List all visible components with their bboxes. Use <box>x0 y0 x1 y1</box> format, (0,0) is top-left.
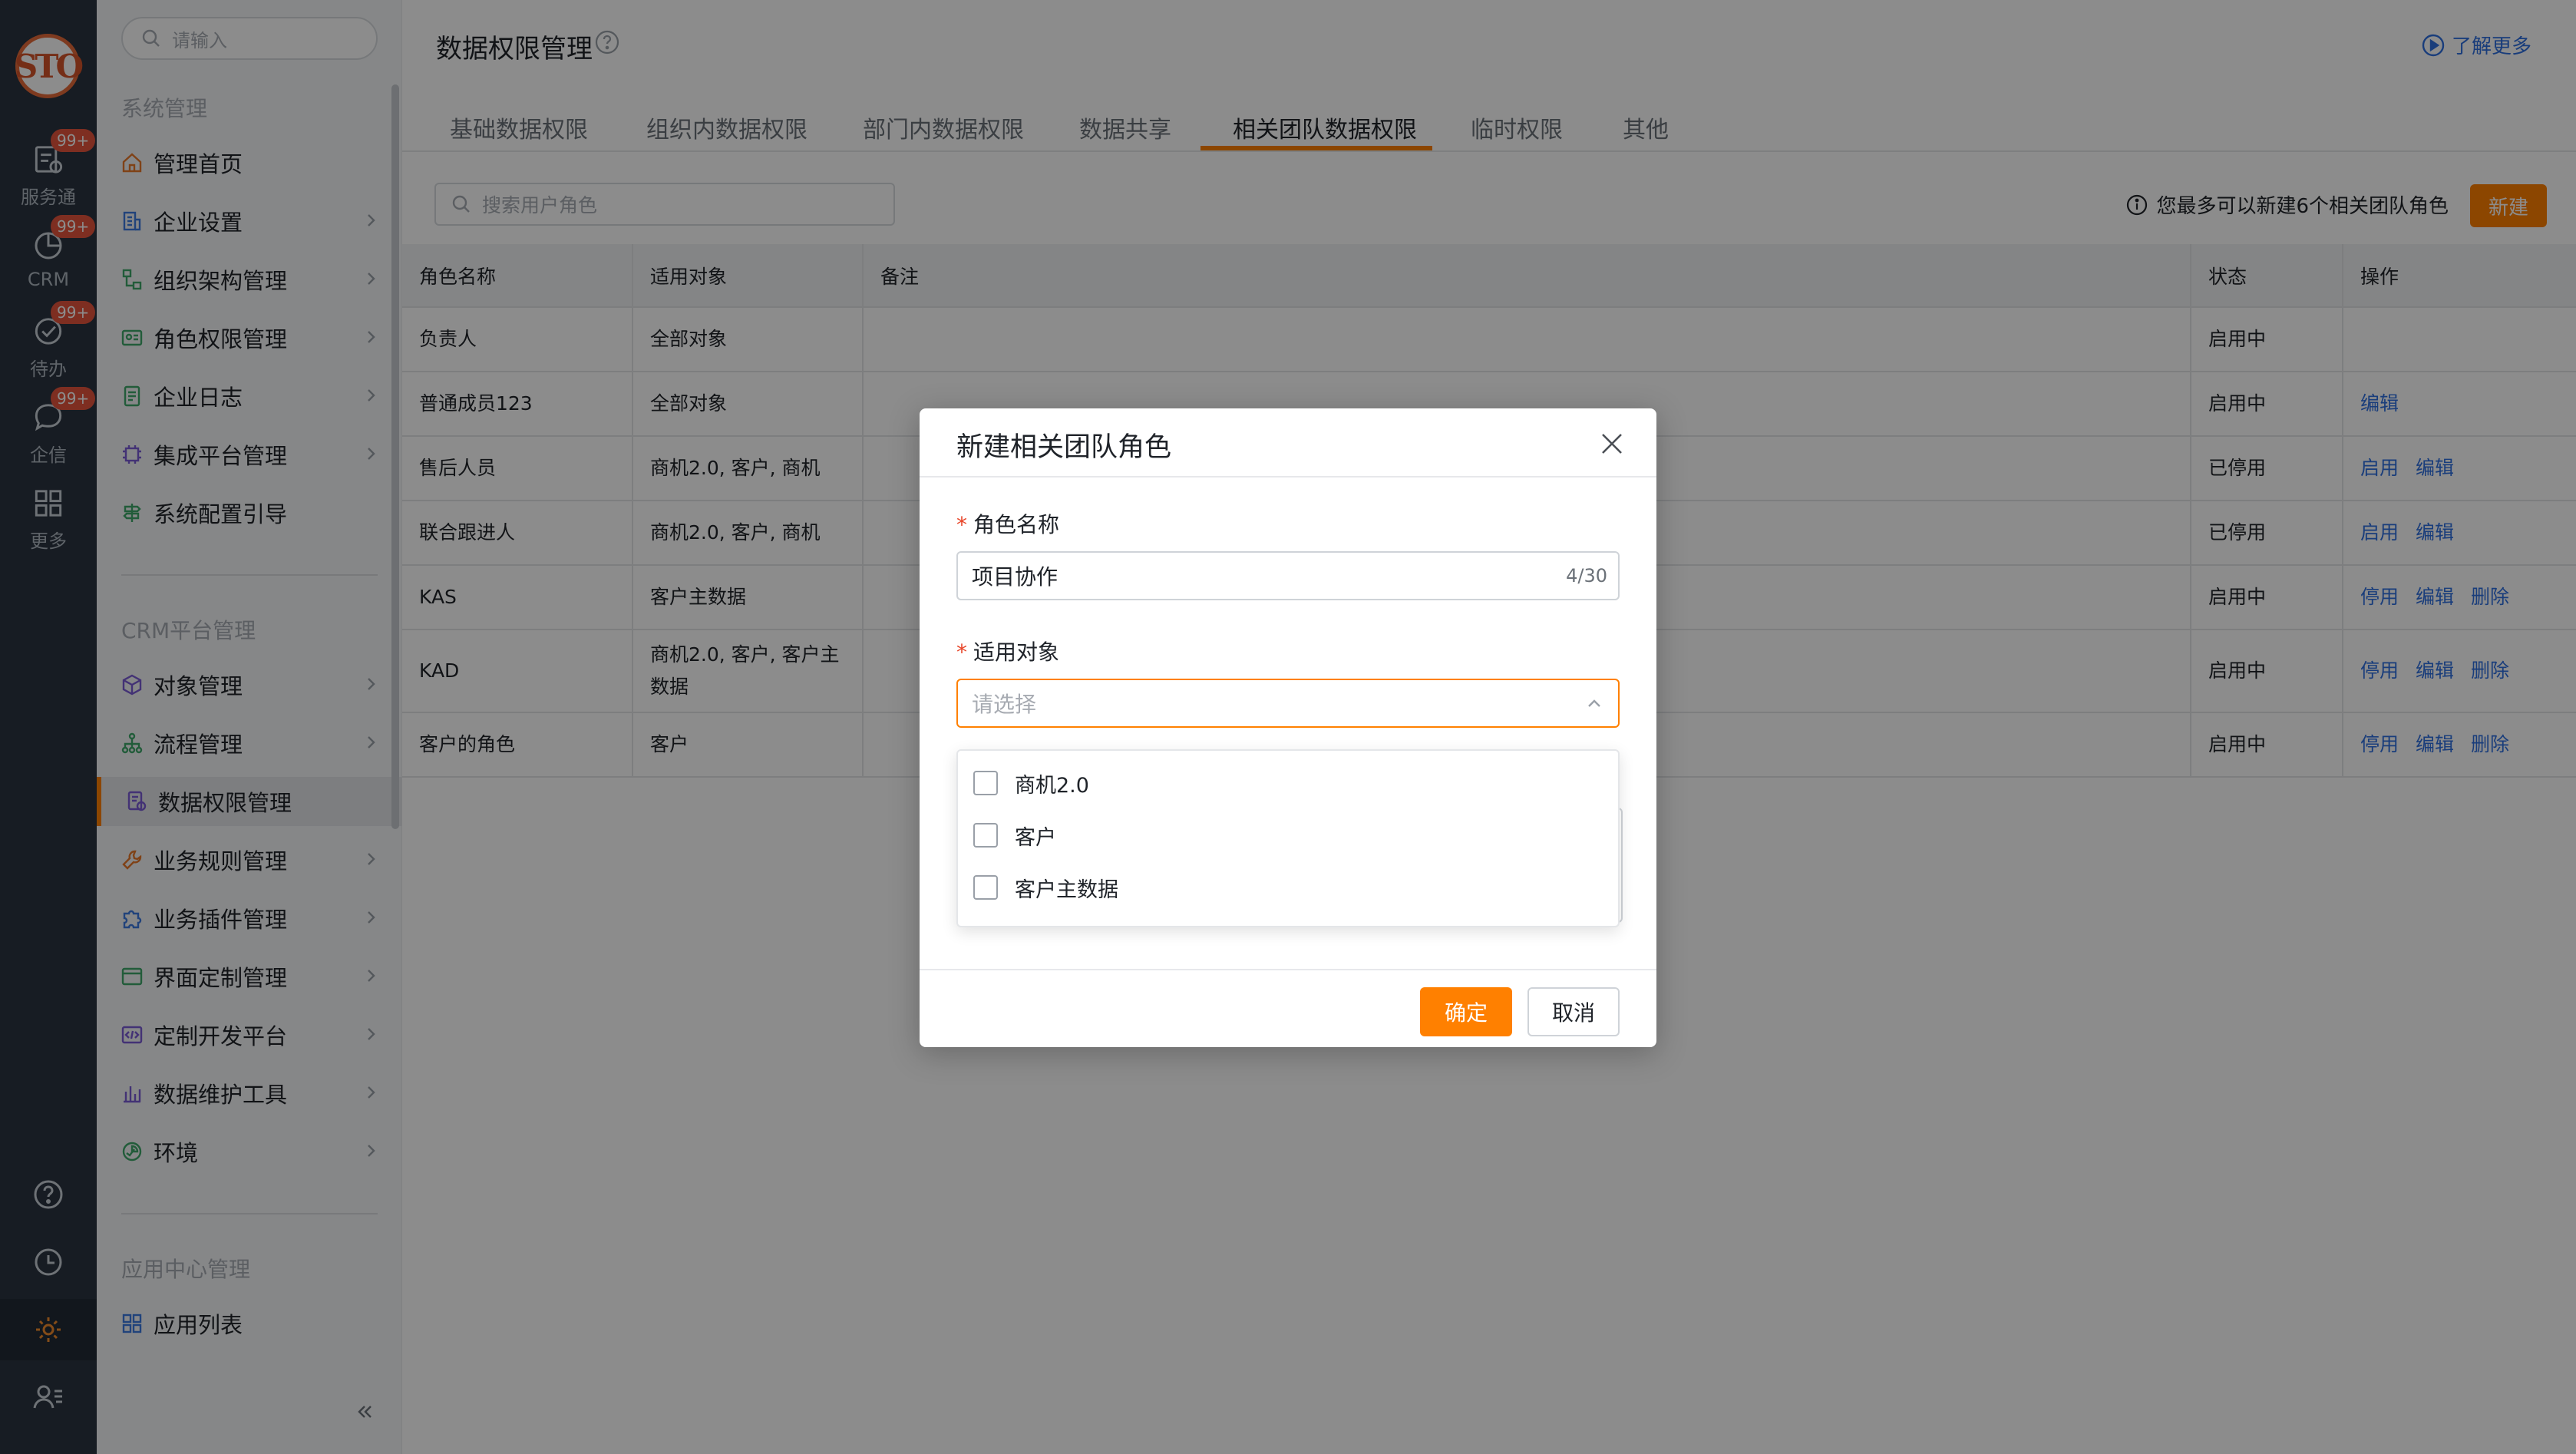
target-option[interactable]: 商机2.0 <box>973 766 1089 800</box>
target-select[interactable]: 请选择 <box>956 679 1620 728</box>
required-mark: * <box>956 639 967 665</box>
target-option[interactable]: 客户 <box>973 818 1056 852</box>
required-mark: * <box>956 512 967 537</box>
option-label: 客户主数据 <box>1015 877 1118 902</box>
confirm-button[interactable]: 确定 <box>1420 987 1512 1036</box>
dialog-title: 新建相关团队角色 <box>956 432 1172 463</box>
dialog-footer-divider <box>920 969 1656 970</box>
option-label: 商机2.0 <box>1015 773 1089 798</box>
option-checkbox[interactable] <box>973 771 998 795</box>
target-options-dropdown: 商机2.0 客户 客户主数据 <box>956 749 1620 927</box>
role-name-input[interactable]: 项目协作 4/30 <box>956 551 1620 600</box>
role-name-label: * 角色名称 <box>956 508 1059 539</box>
option-label: 客户 <box>1015 825 1056 850</box>
target-select-placeholder: 请选择 <box>972 692 1037 717</box>
cancel-button[interactable]: 取消 <box>1527 987 1620 1036</box>
close-icon[interactable] <box>1597 428 1627 459</box>
new-role-dialog: 新建相关团队角色 * 角色名称 项目协作 4/30 * 适用对象 请选择 商机2.0 <box>920 408 1656 1047</box>
option-checkbox[interactable] <box>973 875 998 900</box>
app-root: STO 99+ 服务通 99+ CRM 99+ 待办 99+ 企信 更多 请输入… <box>0 0 2576 1454</box>
option-checkbox[interactable] <box>973 823 998 848</box>
char-counter: 4/30 <box>1566 565 1607 587</box>
chevron-up-icon <box>1588 699 1600 707</box>
role-name-value: 项目协作 <box>972 564 1058 590</box>
role-name-label-text: 角色名称 <box>973 512 1060 537</box>
target-label-text: 适用对象 <box>973 639 1060 665</box>
dialog-header-divider <box>920 476 1656 478</box>
target-option[interactable]: 客户主数据 <box>973 871 1118 904</box>
target-label: * 适用对象 <box>956 636 1059 666</box>
